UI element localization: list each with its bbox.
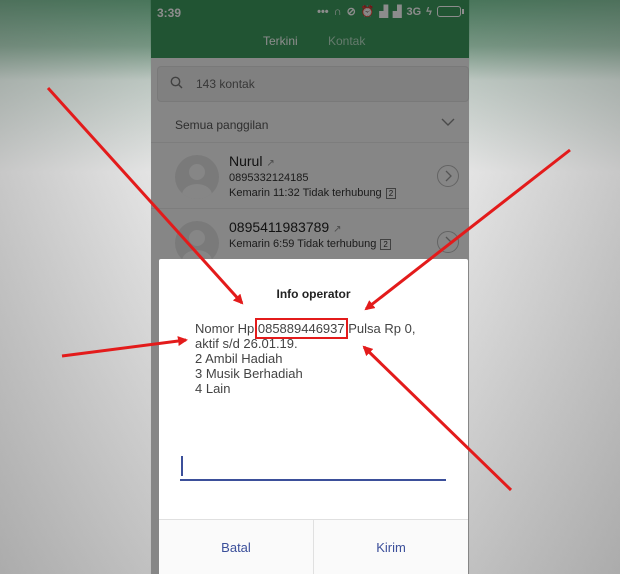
send-button[interactable]: Kirim (313, 520, 468, 574)
text-cursor (181, 456, 183, 476)
dialog-title: Info operator (276, 287, 351, 301)
dialog-buttons: Batal Kirim (159, 519, 468, 574)
message-line-1: Nomor Hp 085889446937 Pulsa Rp 0, (195, 318, 416, 339)
cancel-button[interactable]: Batal (159, 520, 313, 574)
message-line-2: aktif s/d 26.01.19. (195, 336, 298, 351)
dialog-message: Nomor Hp 085889446937 Pulsa Rp 0, aktif … (195, 318, 457, 396)
message-line-5: 4 Lain (195, 381, 231, 396)
phone-number-highlight: 085889446937 (254, 318, 348, 339)
message-line-3: 2 Ambil Hadiah (195, 351, 283, 366)
message-line-4: 3 Musik Berhadiah (195, 366, 303, 381)
ussd-reply-input[interactable] (180, 455, 446, 481)
ussd-dialog: Info operator Nomor Hp 085889446937 Puls… (159, 259, 468, 574)
